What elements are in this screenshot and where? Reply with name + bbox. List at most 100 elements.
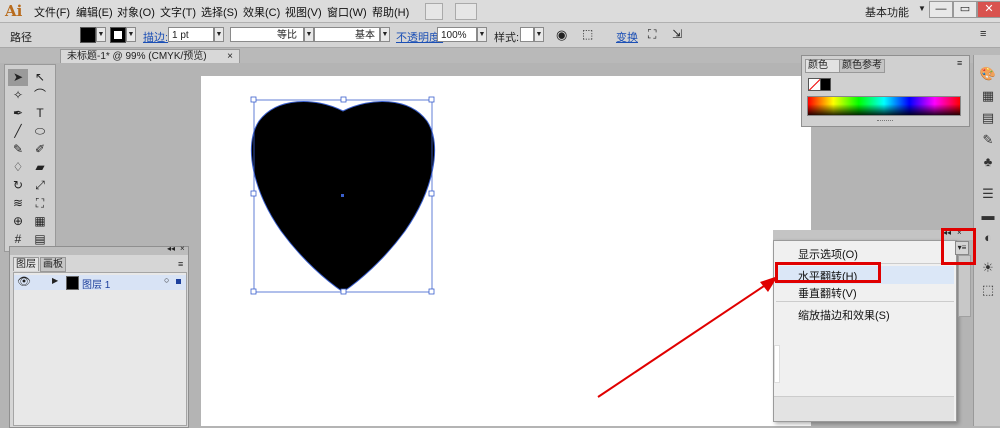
perspective-tool-icon[interactable]: ▦ <box>30 213 50 230</box>
layers-panel-titlebar[interactable]: ◂◂ × <box>10 244 188 255</box>
tab-color-guide-label: 颜色参考 <box>842 60 882 71</box>
swatches-icon[interactable]: ▤ <box>977 109 999 127</box>
blob-brush-tool-icon[interactable]: ♢ <box>8 159 28 176</box>
stroke-link[interactable]: 描边: <box>143 29 168 45</box>
document-tab-title: 未标题-1* @ 99% (CMYK/预览) <box>67 51 207 62</box>
menu-file[interactable]: 文件(F) <box>34 4 70 20</box>
opacity-field[interactable]: 100% <box>437 27 477 42</box>
menu-help[interactable]: 帮助(H) <box>372 4 409 20</box>
brush-dropdown[interactable]: ▼ <box>380 27 390 42</box>
transparency-icon[interactable]: ◐ <box>977 229 999 247</box>
visibility-eye-icon[interactable]: 👁 <box>17 275 31 288</box>
menu-footer <box>774 396 954 421</box>
workspace-switcher[interactable]: 基本功能 <box>865 4 909 20</box>
pencil-tool-icon[interactable]: ✐ <box>30 141 50 158</box>
pen-tool-icon[interactable]: ✒ <box>8 105 28 122</box>
menu-select[interactable]: 选择(S) <box>201 4 238 20</box>
tab-color-label: 颜色 <box>808 60 828 71</box>
stroke-icon[interactable]: ☰ <box>977 185 999 203</box>
fill-swatch[interactable] <box>80 27 96 43</box>
menu-type[interactable]: 文字(T) <box>160 4 196 20</box>
fill-dropdown[interactable]: ▼ <box>96 27 106 42</box>
maximize-button[interactable]: ▭ <box>953 1 977 18</box>
magic-wand-tool-icon[interactable]: ✧ <box>8 87 28 104</box>
document-tab[interactable]: 未标题-1* @ 99% (CMYK/预览) × <box>60 49 240 63</box>
black-swatch[interactable] <box>820 78 831 91</box>
color-panel-menu-icon[interactable]: ≡ <box>957 58 962 68</box>
tab-color[interactable]: 颜色 <box>805 59 841 73</box>
eraser-tool-icon[interactable]: ▰ <box>30 159 50 176</box>
close-panel-icon[interactable]: × <box>180 244 185 253</box>
menu-flip-vertical[interactable]: 垂直翻转(V) <box>798 285 857 301</box>
direct-selection-tool-icon[interactable]: ↖ <box>30 69 50 86</box>
selection-tool-icon[interactable]: ➤ <box>8 69 28 86</box>
isolate-icon[interactable]: ⛶ <box>648 27 656 42</box>
layer-row[interactable]: 👁 ▶ 图层 1 ○ <box>14 275 186 291</box>
variable-width-profile[interactable]: 等比 <box>230 27 304 42</box>
heart-artwork[interactable] <box>245 95 440 300</box>
rotate-tool-icon[interactable]: ↻ <box>8 177 28 194</box>
close-tab-icon[interactable]: × <box>227 50 233 64</box>
color-icon[interactable]: 🎨 <box>977 65 999 83</box>
transform-link[interactable]: 变换 <box>616 29 638 45</box>
control-menu-icon[interactable]: ≡ <box>980 28 986 40</box>
shape-builder-tool-icon[interactable]: ⊕ <box>8 213 28 230</box>
expand-triangle-icon[interactable]: ▶ <box>52 276 58 285</box>
panel-menu-icon[interactable]: ≡ <box>178 259 183 269</box>
collapse-icon[interactable]: ◂◂ <box>167 244 175 253</box>
appearance-icon[interactable]: ☀ <box>977 259 999 277</box>
menu-bar: Ai 文件(F) 编辑(E) 对象(O) 文字(T) 选择(S) 效果(C) 视… <box>0 0 1000 23</box>
menu-edit[interactable]: 编辑(E) <box>76 4 113 20</box>
minimize-button[interactable]: — <box>929 1 953 18</box>
symbols-icon[interactable]: ♣ <box>977 153 999 171</box>
menu-object[interactable]: 对象(O) <box>117 4 155 20</box>
color-panel: 颜色 颜色参考 ≡ <box>801 55 970 127</box>
stroke-weight-field[interactable]: 1 pt <box>168 27 214 42</box>
menu-effect[interactable]: 效果(C) <box>243 4 280 20</box>
annotation-box-menu-button <box>941 228 976 265</box>
paintbrush-tool-icon[interactable]: ✎ <box>8 141 28 158</box>
lasso-tool-icon[interactable]: ⌒ <box>30 87 50 104</box>
menu-scale-strokes-effects[interactable]: 缩放描边和效果(S) <box>798 307 890 323</box>
menu-window[interactable]: 窗口(W) <box>327 4 367 20</box>
menu-view[interactable]: 视图(V) <box>285 4 322 20</box>
type-tool-icon[interactable]: T <box>30 105 50 122</box>
stroke-weight-dropdown[interactable]: ▼ <box>214 27 224 42</box>
recolor-artwork-icon[interactable]: ◉ <box>556 27 567 43</box>
annotation-arrow <box>597 276 778 398</box>
resize-grip[interactable] <box>877 120 893 124</box>
tab-artboards[interactable]: 画板 <box>40 257 66 272</box>
color-guide-icon[interactable]: ▦ <box>977 87 999 105</box>
profile-dropdown[interactable]: ▼ <box>304 27 314 42</box>
arrange-documents-button[interactable] <box>455 3 477 20</box>
scale-tool-icon[interactable]: ⤢ <box>30 177 50 194</box>
tab-color-guide[interactable]: 颜色参考 <box>839 59 885 73</box>
tab-layers[interactable]: 图层 <box>13 257 39 271</box>
graphic-style-swatch[interactable] <box>520 27 534 42</box>
workspace-dropdown-icon[interactable]: ▼ <box>918 4 926 13</box>
menu-show-options[interactable]: 显示选项(O) <box>798 246 858 262</box>
brush-definition[interactable]: 基本 <box>314 27 380 42</box>
brushes-icon[interactable]: ✎ <box>977 131 999 149</box>
close-button[interactable]: ✕ <box>977 1 1000 18</box>
center-point <box>341 194 344 197</box>
stroke-dropdown[interactable]: ▼ <box>126 27 136 42</box>
menu-divider <box>776 301 954 302</box>
stroke-swatch[interactable] <box>110 27 126 43</box>
warp-tool-icon[interactable]: ≋ <box>8 195 28 212</box>
ellipse-tool-icon[interactable]: ⬭ <box>30 123 50 140</box>
gradient-icon[interactable]: ▬ <box>977 207 999 225</box>
selection-indicator[interactable] <box>176 279 181 284</box>
line-tool-icon[interactable]: ╱ <box>8 123 28 140</box>
graphic-styles-icon[interactable]: ⬚ <box>977 281 999 299</box>
opacity-link[interactable]: 不透明度: <box>396 29 443 45</box>
layer-name[interactable]: 图层 1 <box>82 276 110 291</box>
opacity-dropdown[interactable]: ▼ <box>477 27 487 42</box>
graphic-style-dropdown[interactable]: ▼ <box>534 27 544 42</box>
color-spectrum[interactable] <box>807 96 961 116</box>
free-transform-tool-icon[interactable]: ⛶ <box>30 195 50 212</box>
align-icon[interactable]: ⬚ <box>582 27 593 41</box>
bridge-button[interactable] <box>425 3 443 20</box>
target-icon[interactable]: ○ <box>164 275 169 285</box>
select-similar-icon[interactable]: ⇲ <box>672 27 682 41</box>
